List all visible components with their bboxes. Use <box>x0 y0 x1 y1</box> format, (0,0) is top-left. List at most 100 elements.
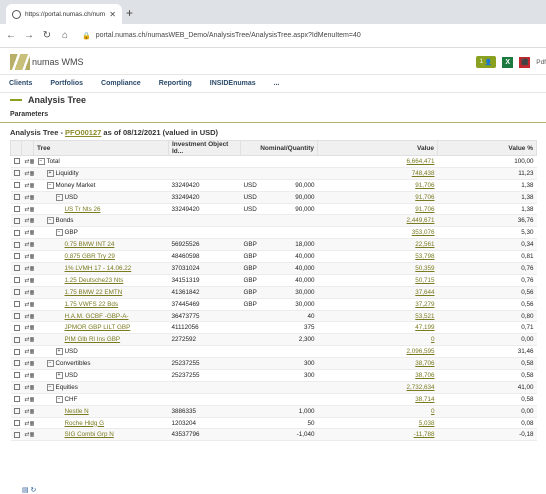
ric-icon[interactable]: ⇄▦ <box>25 314 34 320</box>
row-value[interactable]: 47,199 <box>415 324 434 331</box>
ric-icon[interactable]: ⇄▦ <box>25 183 34 189</box>
new-tab-icon[interactable]: + <box>126 6 133 20</box>
row-tree-label[interactable]: − USD <box>33 191 169 204</box>
ric-icon[interactable]: ⇄▦ <box>25 242 34 248</box>
menu-compliance[interactable]: Compliance <box>92 80 150 87</box>
checkbox-icon[interactable] <box>13 384 20 391</box>
table-row[interactable]: ⇄▦−GBP353,0765,30 <box>10 226 537 240</box>
ric-icon[interactable]: ⇄▦ <box>25 230 34 236</box>
row-value-cell[interactable]: 2,732,634 <box>317 381 438 394</box>
table-row[interactable]: ⇄▦ 1.75 VWFS 22 Bds 37445469GBP30,000 37,27… <box>10 298 537 311</box>
table-row[interactable]: ⇄▦ US Tr Nts 26 33249420USD90,000 91,7061,3… <box>10 203 537 216</box>
row-checkbox[interactable] <box>10 369 22 382</box>
row-value[interactable]: 38,714 <box>415 396 434 403</box>
menu-clients[interactable]: Clients <box>0 80 41 87</box>
ric-icon[interactable]: ⇄▦ <box>25 337 34 343</box>
table-row[interactable]: ⇄▦−Money Market33249420USD90,00091,7061,… <box>10 179 537 192</box>
tree-node-label[interactable]: 1.75 BMW 22 EMTN <box>65 289 123 296</box>
row-value-cell[interactable]: 6,664,471 <box>317 155 438 168</box>
ric-icon[interactable]: ⇄▦ <box>25 207 34 213</box>
row-value[interactable]: 37,644 <box>415 289 434 296</box>
pdf-label[interactable]: Pdf <box>536 59 546 66</box>
row-checkbox[interactable] <box>10 428 22 442</box>
checkbox-icon[interactable] <box>13 407 20 414</box>
row-value[interactable]: 5,038 <box>419 420 435 427</box>
row-value[interactable]: 53,798 <box>415 253 434 260</box>
row-ric[interactable]: ⇄▦ <box>21 238 34 252</box>
ric-icon[interactable]: ⇄▦ <box>25 278 34 284</box>
row-value-cell[interactable]: 37,644 <box>317 286 438 299</box>
collapse-icon[interactable]: − <box>46 181 54 189</box>
row-ric[interactable]: ⇄▦ <box>21 203 34 216</box>
row-tree-label[interactable]: 1.25 Deutsche23 Nts <box>33 274 169 287</box>
row-value-cell[interactable]: 91,706 <box>317 203 438 216</box>
checkbox-icon[interactable] <box>13 289 20 296</box>
browser-tab[interactable]: https://portal.numas.ch/numasW ✕ <box>6 4 122 24</box>
row-value-cell[interactable]: 0 <box>317 333 438 347</box>
row-value-cell[interactable]: 353,076 <box>317 226 438 240</box>
tree-node-label[interactable]: 1% LVMH 17 - 14.06.22 <box>65 265 132 272</box>
row-value[interactable]: 353,076 <box>412 229 435 236</box>
row-value-cell[interactable]: 50,715 <box>317 274 438 287</box>
row-checkbox[interactable] <box>10 381 22 394</box>
row-ric[interactable]: ⇄▦ <box>21 310 34 323</box>
checkbox-icon[interactable] <box>13 193 20 200</box>
row-checkbox[interactable] <box>10 262 22 275</box>
row-value[interactable]: 91,706 <box>415 206 434 213</box>
menu-portfolios[interactable]: Portfolios <box>41 80 92 87</box>
row-tree-label[interactable]: 1.75 BMW 22 EMTN <box>33 286 169 299</box>
row-ric[interactable]: ⇄▦ <box>21 191 34 204</box>
row-tree-label[interactable]: + USD <box>33 345 169 359</box>
tree-node-label[interactable]: 1.75 VWFS 22 Bds <box>65 301 119 308</box>
checkbox-icon[interactable] <box>13 312 20 319</box>
row-tree-label[interactable]: − GBP <box>33 226 169 240</box>
ric-icon[interactable]: ⇄▦ <box>25 373 34 379</box>
parameters-header[interactable]: Parameters <box>0 111 546 123</box>
row-checkbox[interactable] <box>10 214 22 228</box>
row-tree-label[interactable]: − Equities <box>33 381 169 394</box>
row-value[interactable]: 22,561 <box>415 241 434 248</box>
row-ric[interactable]: ⇄▦ <box>21 214 34 228</box>
row-checkbox[interactable] <box>10 226 22 240</box>
row-tree-label[interactable]: − Money Market <box>33 179 169 192</box>
row-tree-label[interactable]: US Tr Nts 26 <box>33 203 169 216</box>
table-row[interactable]: ⇄▦ 1% LVMH 17 - 14.06.22 37031024GBP40,000… <box>10 262 537 275</box>
tree-node-label[interactable]: 0.75 BMW INT 24 <box>65 241 115 248</box>
pdf-icon[interactable]: ⬛ <box>519 56 531 68</box>
collapse-icon[interactable]: − <box>55 229 63 237</box>
row-checkbox[interactable] <box>10 203 22 216</box>
row-value[interactable]: 0 <box>431 408 435 415</box>
row-value-cell[interactable]: -11,788 <box>317 428 438 442</box>
row-value-cell[interactable]: 22,561 <box>317 238 438 252</box>
table-row[interactable]: ⇄▦ 1.75 BMW 22 EMTN 41361842GBP30,000 37,64… <box>10 286 537 299</box>
menu-insidenumas[interactable]: INSIDEnumas <box>201 80 265 87</box>
collapse-icon[interactable]: − <box>37 157 45 165</box>
row-value[interactable]: 6,664,471 <box>406 158 434 165</box>
row-value-cell[interactable]: 37,279 <box>317 298 438 311</box>
table-row[interactable]: ⇄▦ Roche Hldg G 1203204 50 5,0380,08 <box>10 417 537 430</box>
row-value-cell[interactable]: 53,798 <box>317 250 438 264</box>
row-value[interactable]: 38,706 <box>415 360 434 367</box>
table-row[interactable]: ⇄▦ 0.75 BMW INT 24 56925526GBP18,000 22,561… <box>10 238 537 252</box>
ric-icon[interactable]: ⇄▦ <box>25 302 34 308</box>
checkbox-icon[interactable] <box>13 324 20 331</box>
checkbox-icon[interactable] <box>13 253 20 260</box>
row-value-cell[interactable]: 47,199 <box>317 321 438 335</box>
row-tree-label[interactable]: 0.75 BMW INT 24 <box>33 238 169 252</box>
ric-icon[interactable]: ⇄▦ <box>25 385 34 391</box>
row-value[interactable]: 50,359 <box>415 265 434 272</box>
tree-node-label[interactable]: SIG Combi Grp N <box>65 431 114 438</box>
row-checkbox[interactable] <box>10 191 22 204</box>
expand-icon[interactable]: + <box>55 371 63 379</box>
checkbox-icon[interactable] <box>13 348 20 355</box>
row-tree-label[interactable]: − Bonds <box>33 214 169 228</box>
row-tree-label[interactable]: 0.875 GBR Try 29 <box>33 250 169 264</box>
table-row[interactable]: ⇄▦−Total 6,664,471100,00 <box>10 155 537 168</box>
row-value-cell[interactable]: 38,706 <box>317 369 438 382</box>
portfolio-link[interactable]: PFO00127 <box>65 128 101 137</box>
col-tree[interactable]: Tree <box>33 140 169 156</box>
back-icon[interactable]: ← <box>6 30 16 41</box>
row-value-cell[interactable]: 91,706 <box>317 179 438 192</box>
row-value[interactable]: 2,732,634 <box>406 384 434 391</box>
expand-icon[interactable]: + <box>55 348 63 356</box>
